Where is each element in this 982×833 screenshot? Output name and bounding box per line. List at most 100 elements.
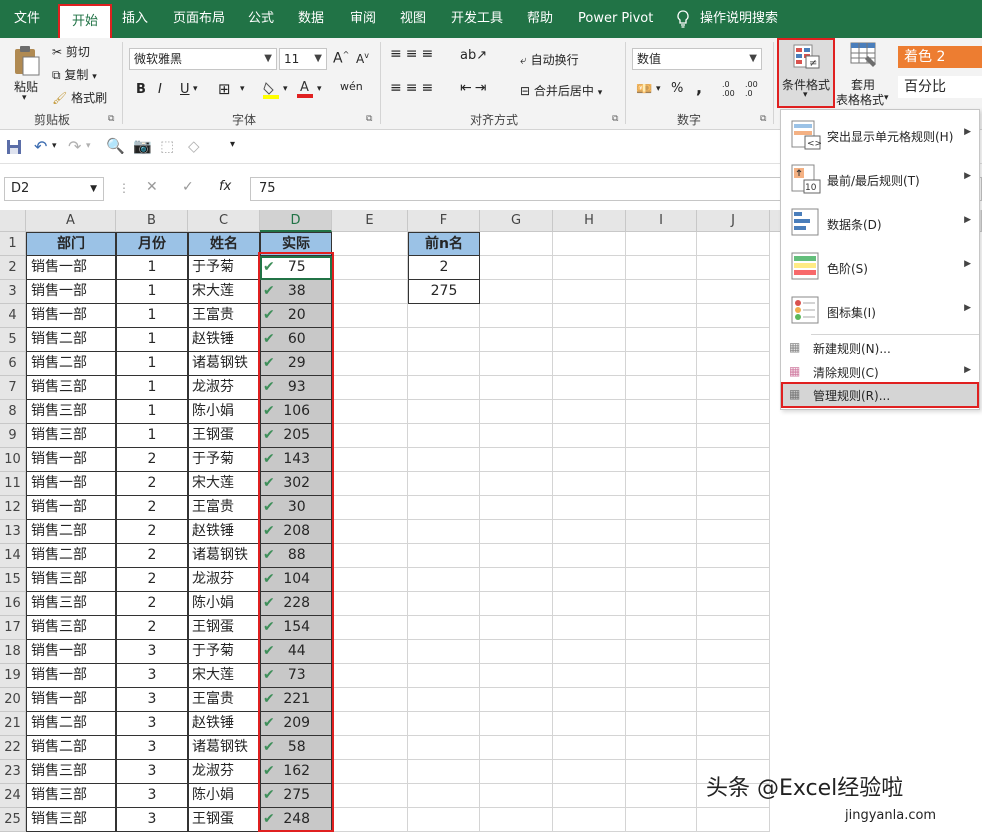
borders-icon[interactable]: ⊞ xyxy=(218,80,231,98)
grid-cell[interactable] xyxy=(480,736,553,760)
row-header[interactable]: 2 xyxy=(0,256,26,280)
name-cell[interactable]: 王富贵 xyxy=(188,304,260,328)
month-cell[interactable]: 1 xyxy=(116,280,188,304)
column-header[interactable]: H xyxy=(553,210,626,232)
grid-cell[interactable] xyxy=(697,328,770,352)
grid-cell[interactable] xyxy=(332,448,408,472)
select-objects-icon[interactable]: ⬚ xyxy=(160,137,174,155)
name-cell[interactable]: 陈小娟 xyxy=(188,400,260,424)
actual-cell[interactable]: ✔ 205 xyxy=(260,424,332,448)
cut-button[interactable]: ✂ 剪切 xyxy=(52,43,90,60)
grid-cell[interactable] xyxy=(553,784,626,808)
row-header[interactable]: 10 xyxy=(0,448,26,472)
actual-cell[interactable]: ✔ 20 xyxy=(260,304,332,328)
borders-dropdown-icon[interactable]: ▾ xyxy=(240,84,245,94)
grid-cell[interactable] xyxy=(332,304,408,328)
menu-item-clear-rules[interactable]: ▦ 清除规则(C) ▶ xyxy=(781,360,979,384)
name-cell[interactable]: 龙淑芬 xyxy=(188,568,260,592)
menu-item-icon-sets[interactable]: 图标集(I) ▶ xyxy=(781,290,979,332)
row-header[interactable]: 21 xyxy=(0,712,26,736)
grid-cell[interactable] xyxy=(697,232,770,256)
grid-cell[interactable] xyxy=(408,736,480,760)
grid-cell[interactable] xyxy=(332,808,408,832)
grid-cell[interactable] xyxy=(697,472,770,496)
orientation-icon[interactable]: ab↗ xyxy=(460,48,487,63)
grid-cell[interactable] xyxy=(553,472,626,496)
month-cell[interactable]: 3 xyxy=(116,688,188,712)
grid-cell[interactable] xyxy=(697,568,770,592)
month-cell[interactable]: 3 xyxy=(116,736,188,760)
grid-cell[interactable] xyxy=(626,760,697,784)
row-header[interactable]: 9 xyxy=(0,424,26,448)
comma-button[interactable]: , xyxy=(696,78,702,97)
row-header[interactable]: 16 xyxy=(0,592,26,616)
menu-item-data-bars[interactable]: 数据条(D) ▶ xyxy=(781,202,979,244)
month-cell[interactable]: 1 xyxy=(116,304,188,328)
name-cell[interactable]: 王富贵 xyxy=(188,688,260,712)
enter-icon[interactable]: ✓ xyxy=(182,179,194,195)
month-cell[interactable]: 1 xyxy=(116,256,188,280)
grid-cell[interactable] xyxy=(332,784,408,808)
grid-cell[interactable] xyxy=(553,232,626,256)
grid-cell[interactable] xyxy=(626,736,697,760)
grid-cell[interactable] xyxy=(480,496,553,520)
grid-cell[interactable] xyxy=(408,448,480,472)
tab-view[interactable]: 视图 xyxy=(400,0,426,38)
grid-cell[interactable] xyxy=(626,592,697,616)
percent-button[interactable]: % xyxy=(671,81,683,96)
grid-cell[interactable] xyxy=(408,520,480,544)
grid-cell[interactable] xyxy=(480,400,553,424)
grid-cell[interactable] xyxy=(480,256,553,280)
name-cell[interactable]: 诸葛钢铁 xyxy=(188,736,260,760)
grid-cell[interactable] xyxy=(553,664,626,688)
grid-cell[interactable] xyxy=(697,592,770,616)
shrink-font-icon[interactable]: Av xyxy=(356,51,369,66)
dept-cell[interactable]: 销售一部 xyxy=(26,304,116,328)
vertical-align-icons[interactable]: ≡≡≡ xyxy=(390,46,437,62)
row-header[interactable]: 7 xyxy=(0,376,26,400)
horizontal-align-icons[interactable]: ≡≡≡ xyxy=(390,80,437,96)
grid-cell[interactable] xyxy=(480,520,553,544)
month-cell[interactable]: 2 xyxy=(116,544,188,568)
dept-cell[interactable]: 销售二部 xyxy=(26,352,116,376)
lightbulb-icon[interactable] xyxy=(676,0,690,38)
grid-cell[interactable] xyxy=(626,568,697,592)
redo-dropdown-icon[interactable]: ▾ xyxy=(86,141,91,151)
dept-cell[interactable]: 销售二部 xyxy=(26,736,116,760)
underline-dropdown-icon[interactable]: ▾ xyxy=(193,84,198,94)
grid-cell[interactable] xyxy=(408,496,480,520)
grid-cell[interactable] xyxy=(553,808,626,832)
actual-cell[interactable]: ✔ 143 xyxy=(260,448,332,472)
row-header[interactable]: 19 xyxy=(0,664,26,688)
row-header[interactable]: 15 xyxy=(0,568,26,592)
actual-cell[interactable]: ✔ 58 xyxy=(260,736,332,760)
grid-cell[interactable] xyxy=(332,256,408,280)
style-accent2[interactable]: 着色 2 xyxy=(898,46,982,68)
paste-icon[interactable] xyxy=(10,44,44,78)
actual-cell[interactable]: ✔ 93 xyxy=(260,376,332,400)
grid-cell[interactable] xyxy=(332,232,408,256)
column-header[interactable]: G xyxy=(480,210,553,232)
dept-cell[interactable]: 销售三部 xyxy=(26,376,116,400)
grid-cell[interactable] xyxy=(408,640,480,664)
grid-cell[interactable] xyxy=(408,544,480,568)
header-cell[interactable]: 姓名 xyxy=(188,232,260,256)
grid-cell[interactable] xyxy=(626,520,697,544)
currency-dropdown-icon[interactable]: ▾ xyxy=(656,84,661,94)
dept-cell[interactable]: 销售二部 xyxy=(26,712,116,736)
dept-cell[interactable]: 销售一部 xyxy=(26,688,116,712)
month-cell[interactable]: 2 xyxy=(116,592,188,616)
dept-cell[interactable]: 销售三部 xyxy=(26,808,116,832)
month-cell[interactable]: 1 xyxy=(116,328,188,352)
grid-cell[interactable] xyxy=(553,688,626,712)
column-header[interactable]: I xyxy=(626,210,697,232)
row-header[interactable]: 11 xyxy=(0,472,26,496)
grid-cell[interactable] xyxy=(480,760,553,784)
grid-cell[interactable] xyxy=(553,376,626,400)
grid-cell[interactable] xyxy=(408,304,480,328)
grid-cell[interactable] xyxy=(480,280,553,304)
currency-icon[interactable]: 💴 xyxy=(636,82,652,97)
row-header[interactable]: 6 xyxy=(0,352,26,376)
dept-cell[interactable]: 销售一部 xyxy=(26,448,116,472)
grid-cell[interactable] xyxy=(408,688,480,712)
